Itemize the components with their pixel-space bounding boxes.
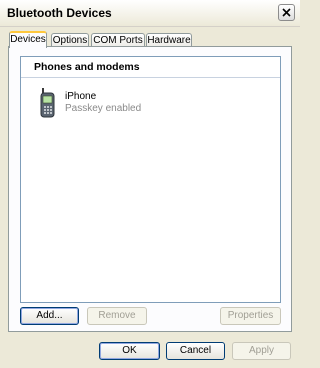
device-list[interactable]: Phones and modems iPhone Passkey enabled	[20, 56, 281, 303]
tab-options[interactable]: Options	[51, 33, 89, 47]
tab-hardware[interactable]: Hardware	[146, 33, 192, 47]
tab-com-ports[interactable]: COM Ports	[91, 33, 145, 47]
ok-button[interactable]: OK	[99, 342, 160, 360]
close-button[interactable]	[278, 4, 295, 21]
add-button[interactable]: Add...	[20, 307, 79, 325]
window-title: Bluetooth Devices	[7, 6, 112, 20]
devices-tab-panel: Phones and modems iPhone Passkey enabled…	[8, 46, 292, 332]
tab-devices[interactable]: Devices	[9, 31, 47, 48]
close-icon	[282, 8, 291, 17]
cancel-button[interactable]: Cancel	[166, 342, 225, 360]
group-header-label: Phones and modems	[34, 61, 140, 73]
remove-button[interactable]: Remove	[87, 307, 147, 325]
apply-button[interactable]: Apply	[232, 342, 291, 360]
title-bar: Bluetooth Devices	[0, 0, 300, 27]
device-status: Passkey enabled	[65, 103, 142, 114]
mobile-phone-icon	[40, 88, 55, 118]
properties-button[interactable]: Properties	[220, 307, 281, 325]
group-header-phones-and-modems: Phones and modems	[21, 57, 280, 78]
device-item-iphone[interactable]: iPhone Passkey enabled	[39, 88, 159, 122]
device-name: iPhone	[65, 91, 97, 102]
